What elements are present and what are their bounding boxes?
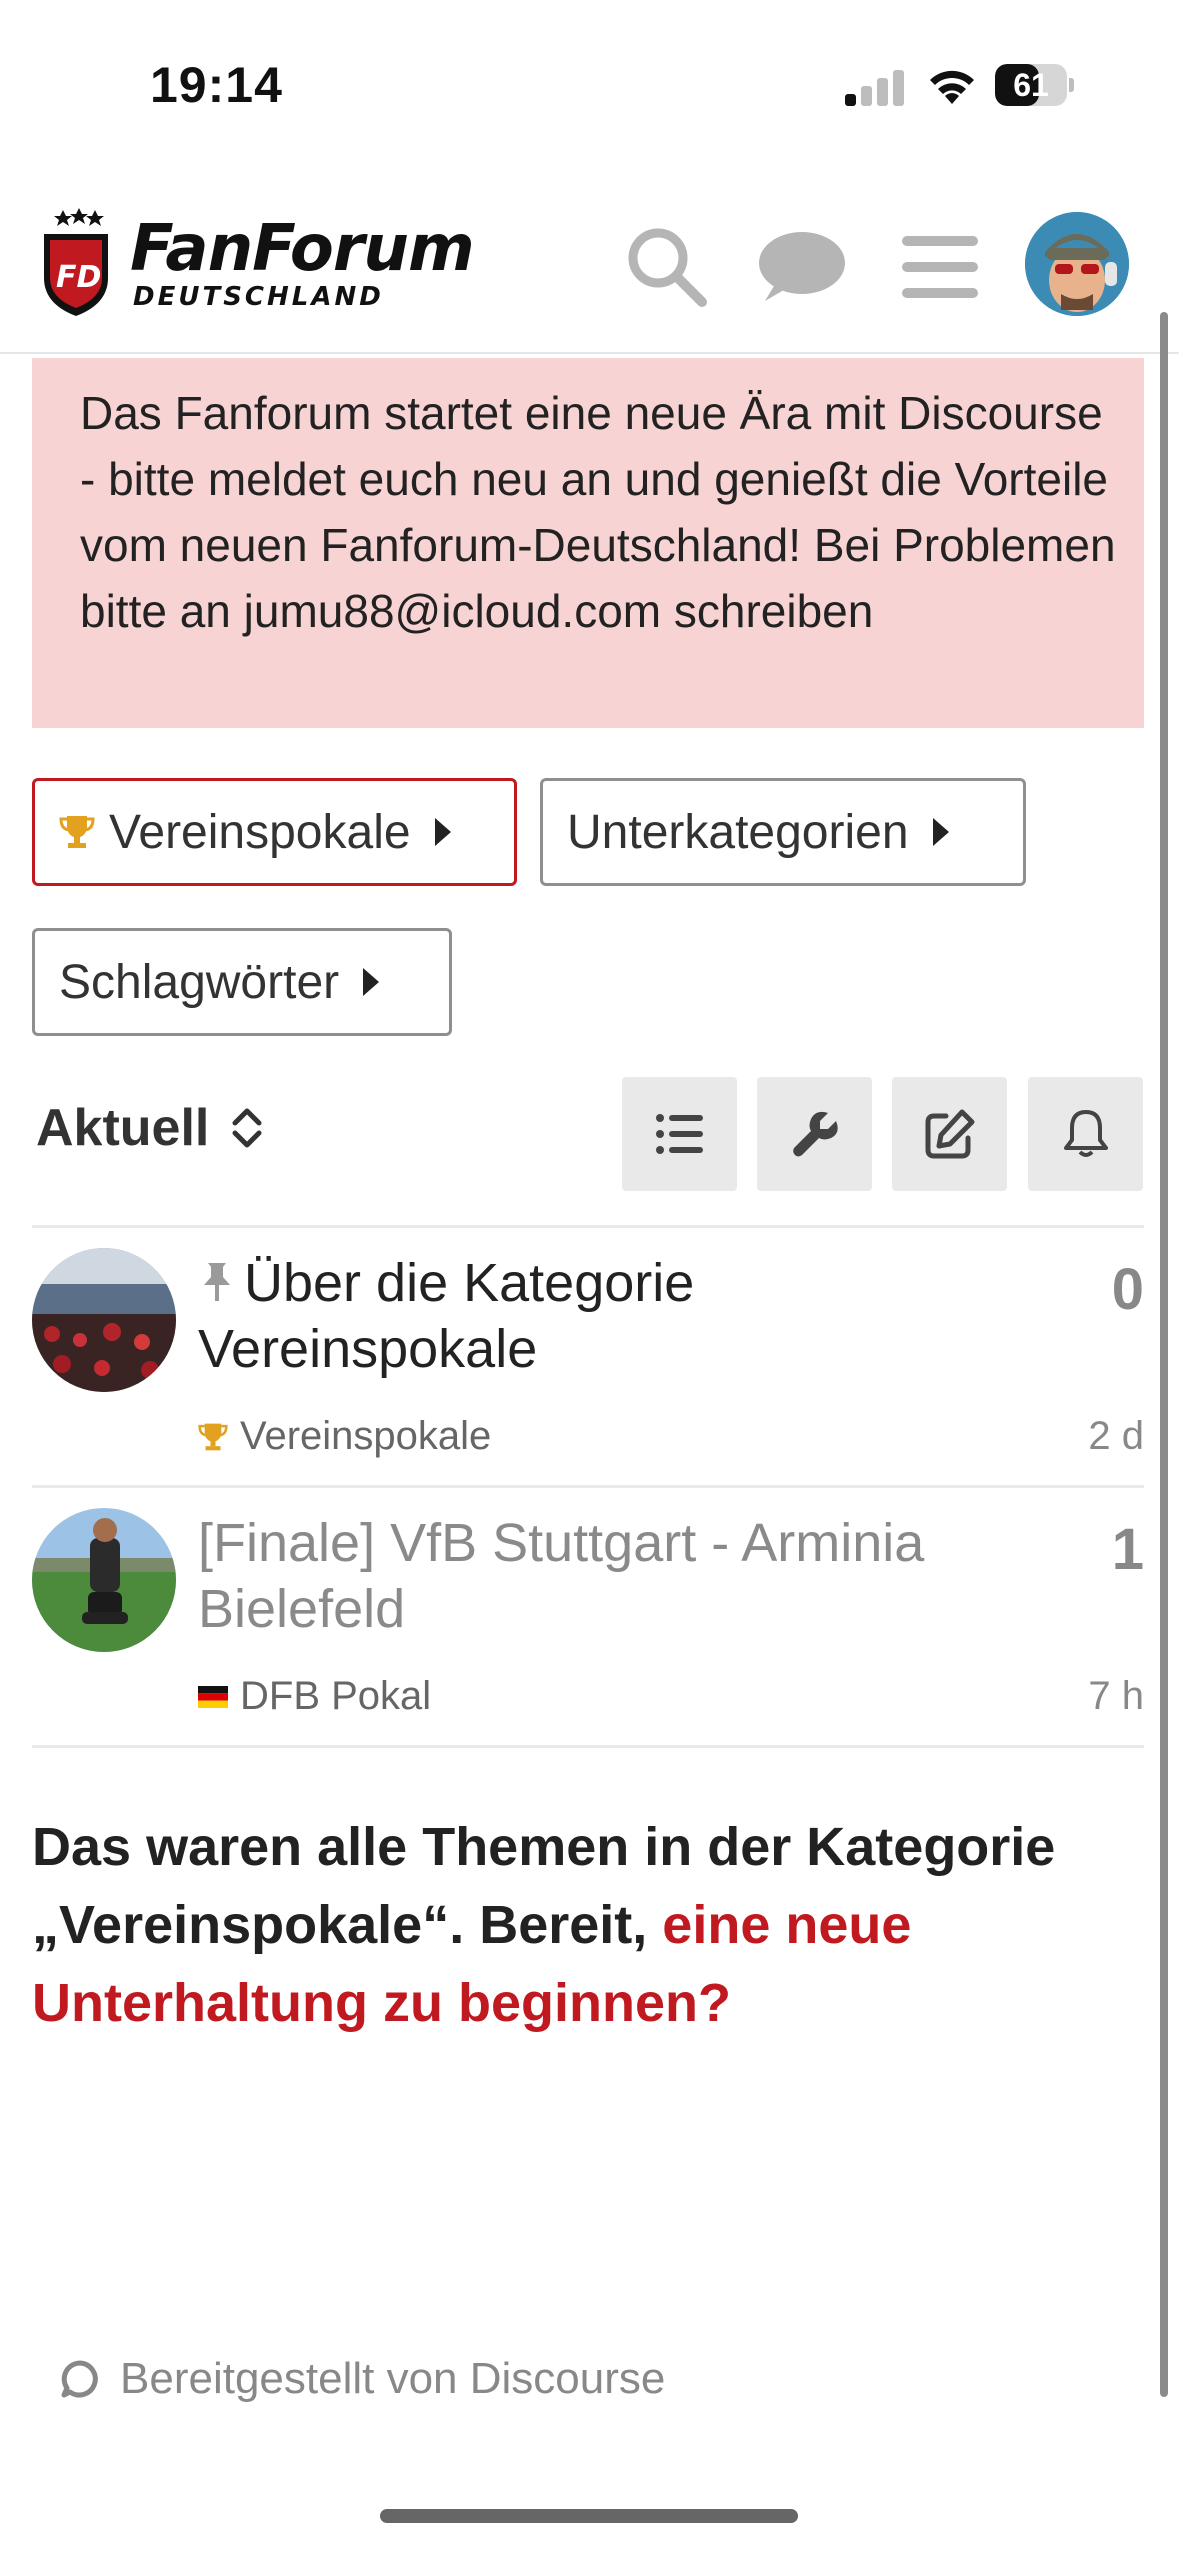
caret-right-icon xyxy=(932,818,949,846)
tags-dropdown-label: Schlagwörter xyxy=(59,955,340,1009)
caret-right-icon xyxy=(434,818,451,846)
sort-dropdown-label: Aktuell xyxy=(36,1099,210,1157)
topic-age[interactable]: 7 h xyxy=(1024,1674,1144,1719)
chat-icon xyxy=(759,232,845,301)
subcategories-dropdown[interactable]: Unterkategorien xyxy=(540,778,1026,886)
sort-dropdown[interactable]: Aktuell xyxy=(36,1098,265,1158)
status-time: 19:14 xyxy=(150,57,283,113)
topic-reply-count[interactable]: 0 xyxy=(1024,1256,1144,1323)
new-topic-button[interactable] xyxy=(892,1077,1007,1191)
bell-icon xyxy=(1063,1110,1108,1157)
subcategories-dropdown-label: Unterkategorien xyxy=(567,805,909,859)
stadium-photo xyxy=(32,1248,176,1392)
caret-right-icon xyxy=(363,968,380,996)
topic-avatar[interactable] xyxy=(32,1248,176,1392)
chevron-up-down-icon xyxy=(232,1108,262,1148)
pin-icon xyxy=(204,1263,230,1301)
battery-level: 61 xyxy=(1013,67,1049,103)
trophy-icon xyxy=(59,816,95,848)
topic-title: [Finale] VfB Stuttgart - Arminia Bielefe… xyxy=(198,1513,925,1639)
pencil-square-icon xyxy=(925,1109,974,1159)
trophy-icon xyxy=(198,1423,228,1450)
topic-category-label: DFB Pokal xyxy=(240,1674,432,1718)
player-photo xyxy=(32,1508,176,1652)
list-divider xyxy=(32,1745,1144,1748)
announcement-text: Das Fanforum startet eine neue Ära mit D… xyxy=(80,387,1116,637)
topic-title: Über die Kategorie Vereinspokale xyxy=(198,1253,695,1379)
german-flag-icon xyxy=(198,1685,228,1708)
user-avatar[interactable] xyxy=(1025,212,1129,316)
list-view-button[interactable] xyxy=(622,1077,737,1191)
user-avatar-icon xyxy=(1025,212,1129,316)
topic-category-badge[interactable]: DFB Pokal xyxy=(198,1674,431,1719)
battery-icon: 61 xyxy=(995,64,1075,106)
discourse-icon xyxy=(61,2360,98,2398)
logo-subtitle: DEUTSCHLAND xyxy=(133,282,384,312)
home-indicator[interactable] xyxy=(380,2509,798,2523)
chat-button[interactable] xyxy=(757,222,847,312)
list-divider xyxy=(32,1225,1144,1228)
wifi-icon xyxy=(930,70,974,104)
topic-title-link[interactable]: Über die Kategorie Vereinspokale xyxy=(198,1250,978,1382)
cellular-signal-icon xyxy=(845,70,905,106)
tags-dropdown[interactable]: Schlagwörter xyxy=(32,928,452,1036)
logo-badge-text: FD xyxy=(56,260,102,295)
topic-avatar[interactable] xyxy=(32,1508,176,1652)
hamburger-icon xyxy=(902,236,978,298)
logo-title[interactable]: FanForum xyxy=(130,212,475,286)
category-dropdown[interactable]: Vereinspokale xyxy=(32,778,517,886)
wrench-icon xyxy=(792,1111,838,1157)
end-of-list-message: Das waren alle Themen in der Kategorie „… xyxy=(32,1808,1142,2042)
topic-age[interactable]: 2 d xyxy=(1024,1414,1144,1459)
powered-by-footer[interactable]: Bereitgestellt von Discourse xyxy=(60,2354,665,2404)
topic-category-badge[interactable]: Vereinspokale xyxy=(198,1414,491,1459)
topic-reply-count[interactable]: 1 xyxy=(1024,1516,1144,1583)
scrollbar[interactable] xyxy=(1160,312,1168,2397)
search-icon xyxy=(628,228,707,307)
topic-title-link[interactable]: [Finale] VfB Stuttgart - Arminia Bielefe… xyxy=(198,1510,978,1642)
search-button[interactable] xyxy=(622,222,712,312)
footer-text: Bereitgestellt von Discourse xyxy=(120,2354,666,2403)
list-divider xyxy=(32,1485,1144,1488)
header-divider xyxy=(0,352,1179,354)
notifications-button[interactable] xyxy=(1028,1077,1143,1191)
category-dropdown-label: Vereinspokale xyxy=(109,805,411,859)
list-icon xyxy=(655,1114,703,1154)
topic-category-label: Vereinspokale xyxy=(240,1414,492,1458)
menu-button[interactable] xyxy=(895,222,985,312)
category-settings-button[interactable] xyxy=(757,1077,872,1191)
